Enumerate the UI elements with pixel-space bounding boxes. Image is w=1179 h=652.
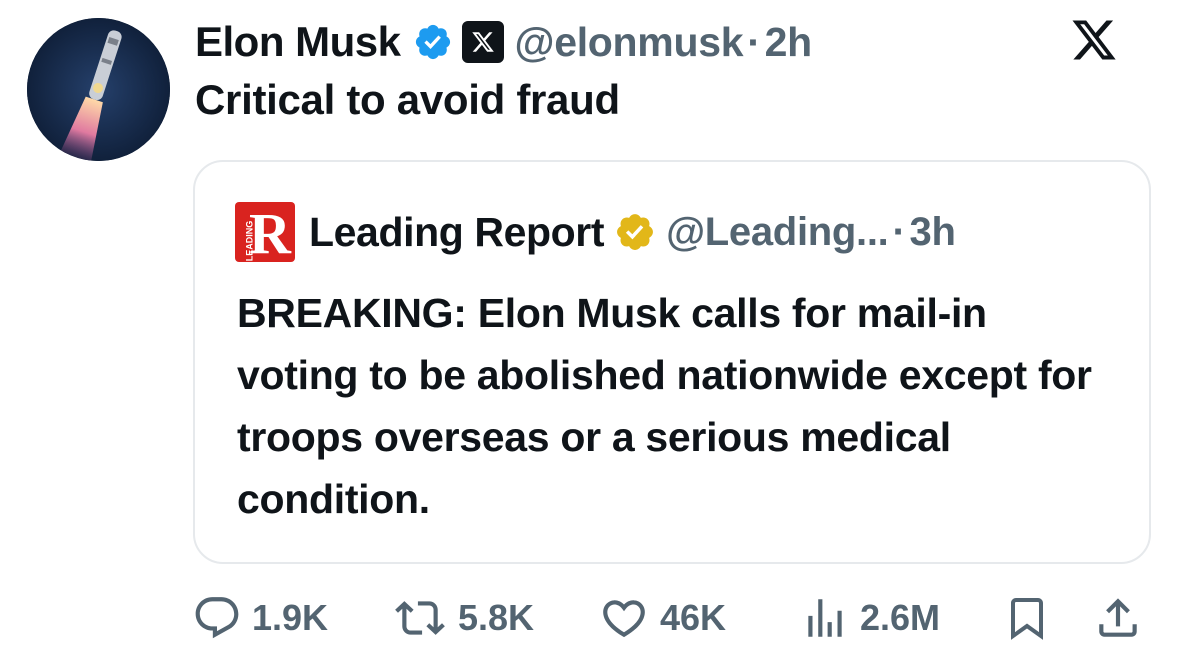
tweet-time[interactable]: 2h <box>765 19 813 66</box>
author-handle[interactable]: @elonmusk <box>515 19 744 66</box>
reply-button[interactable]: 1.9K <box>192 588 328 648</box>
repost-button[interactable]: 5.8K <box>392 588 534 648</box>
like-count: 46K <box>660 597 727 638</box>
bookmark-button[interactable] <box>1003 588 1051 648</box>
bookmark-icon <box>1011 598 1043 640</box>
share-icon <box>1099 598 1137 637</box>
quote-text: BREAKING: Elon Musk calls for mail-in vo… <box>237 290 1092 522</box>
quote-separator-dot: · <box>892 209 906 254</box>
quote-avatar-label: LEADING <box>244 220 255 262</box>
quote-time[interactable]: 3h <box>910 210 956 255</box>
tweet-text: Critical to avoid fraud <box>195 76 620 123</box>
heart-icon <box>603 600 645 638</box>
like-button[interactable]: 46K <box>598 588 726 648</box>
quote-author-handle[interactable]: @Leading... <box>666 210 889 255</box>
verified-badge-icon[interactable] <box>413 22 453 62</box>
quote-author-name[interactable]: Leading Report <box>309 209 604 256</box>
quote-avatar[interactable]: R LEADING <box>235 202 295 262</box>
views-button[interactable]: 2.6M <box>800 588 940 648</box>
view-count: 2.6M <box>860 597 941 638</box>
share-button[interactable] <box>1093 588 1143 648</box>
repost-count: 5.8K <box>458 597 535 638</box>
repost-icon <box>395 601 445 635</box>
x-brand-logo-icon <box>1072 20 1116 60</box>
action-bar: 1.9K 5.8K 46K 2.6M <box>0 588 1179 648</box>
quoted-tweet-card[interactable]: R LEADING Leading Report @Leading... · 3… <box>193 160 1151 564</box>
analytics-icon <box>808 599 842 637</box>
rocket-launch-avatar-icon <box>27 18 170 161</box>
x-affiliate-badge[interactable] <box>461 21 504 63</box>
quote-header: R LEADING Leading Report @Leading... · 3… <box>235 202 956 262</box>
reply-count: 1.9K <box>252 597 329 638</box>
x-logo-icon <box>471 32 494 52</box>
reply-icon <box>195 597 239 639</box>
tweet-header: Elon Musk @elonmusk · 2h <box>195 14 812 70</box>
author-name[interactable]: Elon Musk <box>195 18 401 66</box>
quote-avatar-letter: R <box>249 202 291 262</box>
author-avatar[interactable] <box>27 18 170 161</box>
gold-verified-badge-icon[interactable] <box>614 211 656 253</box>
separator-dot: · <box>747 18 761 65</box>
